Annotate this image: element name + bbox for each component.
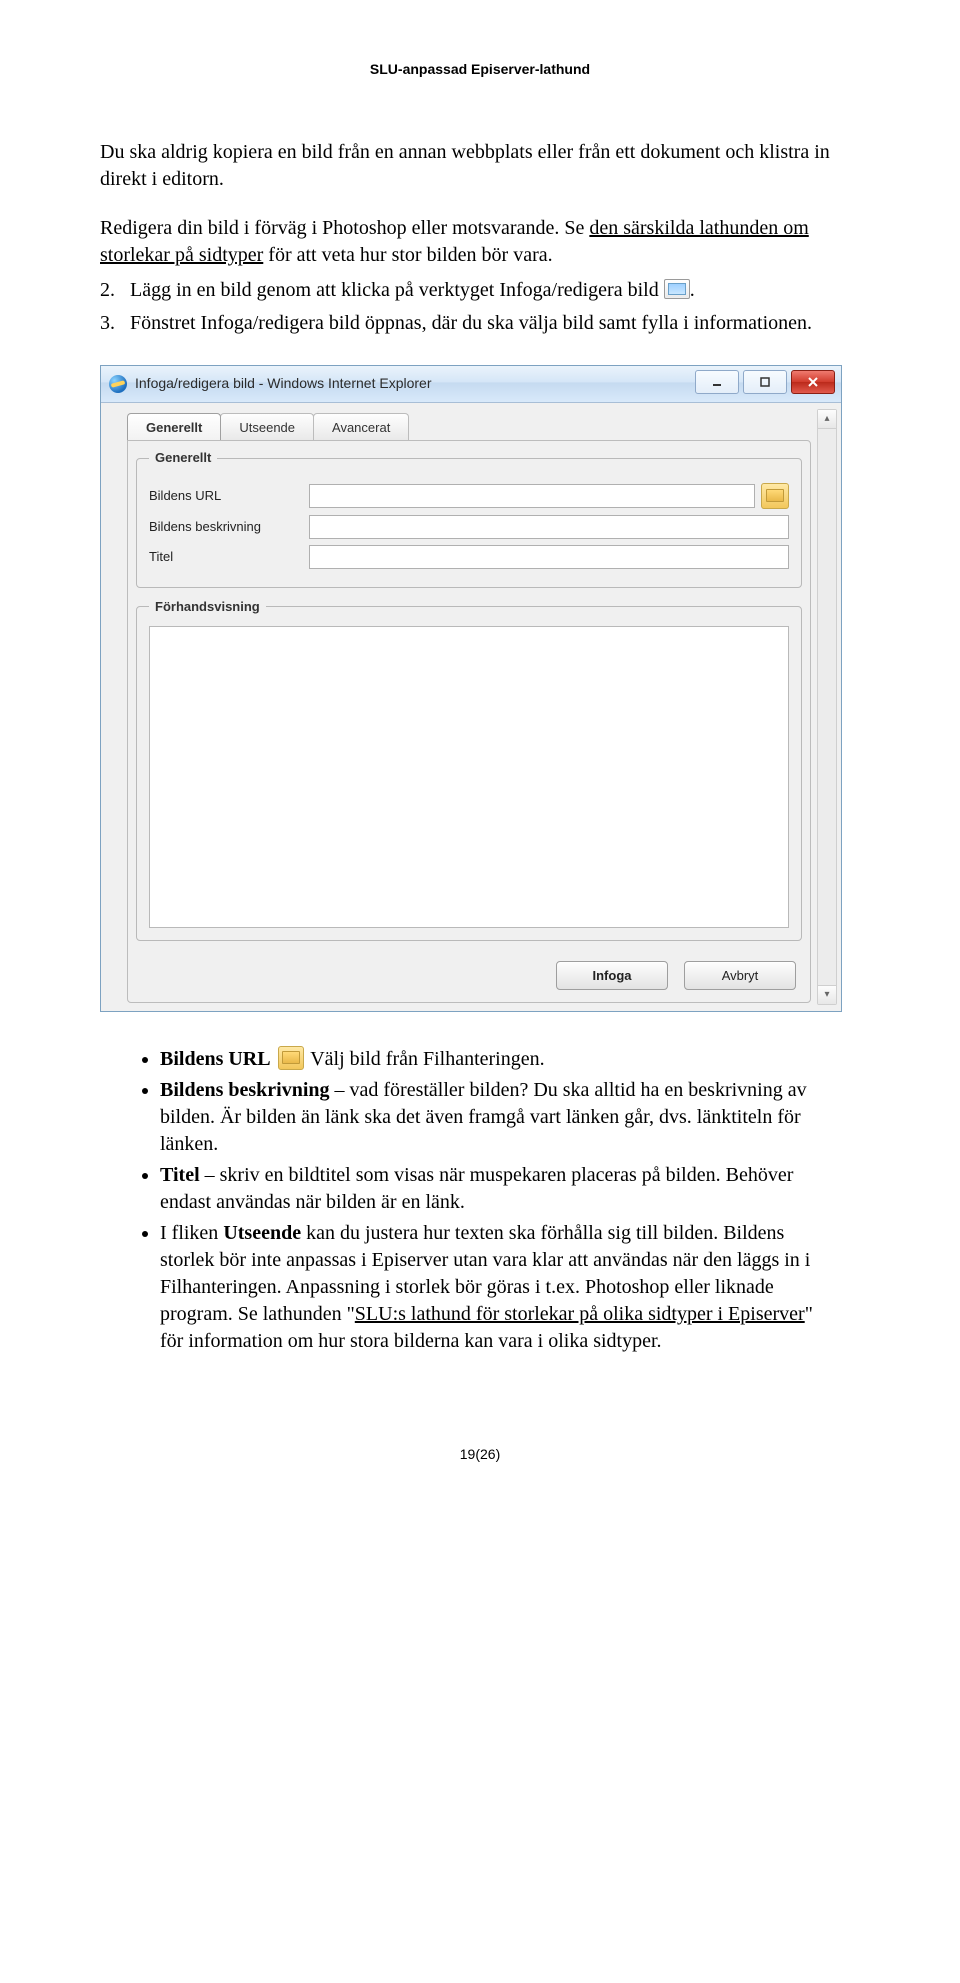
image-preview-area: [149, 626, 789, 928]
intro-paragraph-1: Du ska aldrig kopiera en bild från en an…: [100, 139, 860, 193]
input-image-title[interactable]: [309, 545, 789, 569]
window-minimize-button[interactable]: [695, 370, 739, 394]
bullet-utseende-pre: I fliken: [160, 1222, 223, 1244]
internet-explorer-icon: [109, 375, 127, 393]
dialog-tabstrip: Generellt Utseende Avancerat: [117, 403, 811, 441]
input-image-url[interactable]: [309, 484, 755, 508]
intro-p2-prelink: Redigera din bild i förväg i Photoshop e…: [100, 217, 589, 239]
dialog-titlebar: Infoga/redigera bild - Windows Internet …: [101, 366, 841, 403]
file-manager-icon: [278, 1046, 304, 1070]
legend-preview: Förhandsvisning: [149, 598, 266, 616]
page-header: SLU-anpassad Episerver-lathund: [100, 60, 860, 79]
bullet-desc-label: Bildens beskrivning: [160, 1079, 330, 1101]
label-image-title: Titel: [149, 548, 309, 566]
window-maximize-button[interactable]: [743, 370, 787, 394]
label-image-description: Bildens beskrivning: [149, 518, 309, 536]
window-close-button[interactable]: [791, 370, 835, 394]
cancel-button[interactable]: Avbryt: [684, 961, 796, 991]
vertical-scrollbar[interactable]: ▴ ▾: [817, 409, 837, 1005]
insert-image-dialog: Infoga/redigera bild - Windows Internet …: [100, 365, 842, 1012]
insert-button[interactable]: Infoga: [556, 961, 668, 991]
bullet-url-label: Bildens URL: [160, 1048, 271, 1070]
fieldset-generellt: Generellt Bildens URL Bildens beskrivnin…: [136, 449, 802, 588]
step-2-text-a: Lägg in en bild genom att klicka på verk…: [130, 279, 664, 301]
intro-p2-postlink: för att veta hur stor bilden bör vara.: [263, 244, 552, 266]
bullet-title: Titel – skriv en bildtitel som visas när…: [160, 1162, 832, 1216]
label-image-url: Bildens URL: [149, 487, 309, 505]
bullet-url: Bildens URL Välj bild från Filhanteringe…: [160, 1046, 832, 1073]
dialog-title: Infoga/redigera bild - Windows Internet …: [135, 374, 431, 393]
tab-panel-generellt: Generellt Bildens URL Bildens beskrivnin…: [127, 440, 811, 1003]
page-number: 19(26): [100, 1445, 860, 1464]
fieldset-preview: Förhandsvisning: [136, 598, 802, 941]
bullet-utseende-label: Utseende: [223, 1222, 301, 1244]
insert-image-toolbar-icon: [664, 279, 690, 299]
browse-file-button[interactable]: [761, 483, 789, 509]
tab-avancerat[interactable]: Avancerat: [313, 413, 409, 441]
tab-generellt[interactable]: Generellt: [127, 413, 221, 441]
bullet-title-text: – skriv en bildtitel som visas när muspe…: [160, 1164, 793, 1213]
instruction-step-2: Lägg in en bild genom att klicka på verk…: [120, 277, 860, 304]
legend-generellt: Generellt: [149, 449, 217, 467]
scroll-up-icon[interactable]: ▴: [818, 410, 836, 429]
instruction-list: Lägg in en bild genom att klicka på verk…: [100, 277, 860, 337]
field-description-list: Bildens URL Välj bild från Filhanteringe…: [128, 1046, 860, 1355]
bullet-title-label: Titel: [160, 1164, 200, 1186]
step-2-text-b: .: [690, 279, 695, 301]
bullet-url-text: Välj bild från Filhanteringen.: [306, 1048, 545, 1070]
tab-utseende[interactable]: Utseende: [220, 413, 314, 441]
storlekar-sidtyper-link[interactable]: SLU:s lathund för storlekar på olika sid…: [355, 1303, 805, 1325]
instruction-step-3: Fönstret Infoga/redigera bild öppnas, dä…: [120, 310, 860, 337]
input-image-description[interactable]: [309, 515, 789, 539]
bullet-description: Bildens beskrivning – vad föreställer bi…: [160, 1077, 832, 1158]
intro-paragraph-2: Redigera din bild i förväg i Photoshop e…: [100, 215, 860, 269]
bullet-utseende: I fliken Utseende kan du justera hur tex…: [160, 1220, 832, 1355]
scroll-down-icon[interactable]: ▾: [818, 985, 836, 1004]
